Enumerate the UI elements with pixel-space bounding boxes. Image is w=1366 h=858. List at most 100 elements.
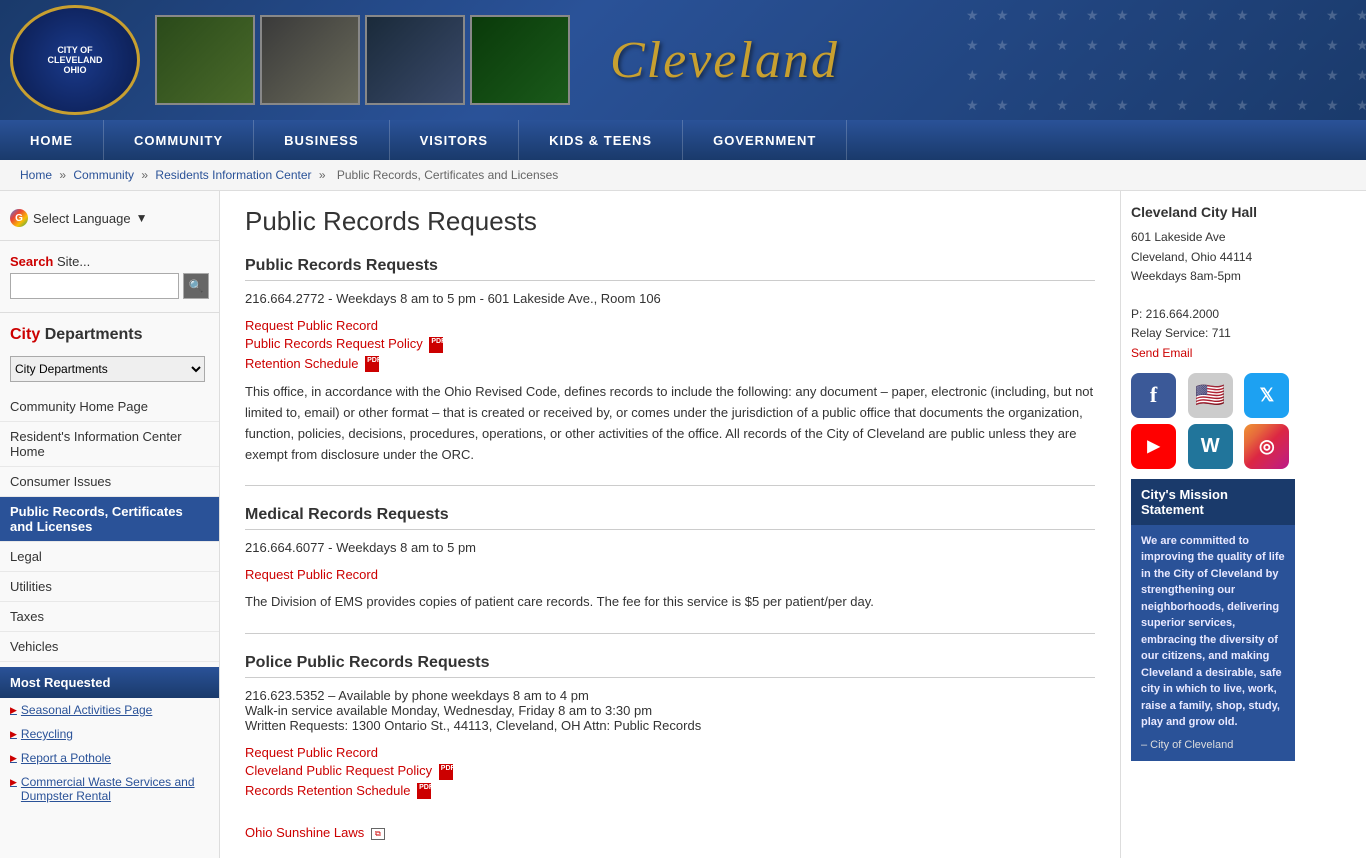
cleveland-public-request-policy-link[interactable]: Cleveland Public Request Policy PDF bbox=[245, 763, 1095, 780]
city-hall-name: Cleveland City Hall bbox=[1131, 201, 1295, 223]
most-requested-waste[interactable]: Commercial Waste Services and Dumpster R… bbox=[0, 770, 219, 808]
public-records-title: Public Records Requests bbox=[245, 257, 1095, 281]
city-hall-info: Cleveland City Hall 601 Lakeside Ave Cle… bbox=[1131, 201, 1295, 363]
google-icon: G bbox=[10, 209, 28, 227]
left-sidebar: G Select Language ▼ Search Site... 🔍 Cit… bbox=[0, 191, 220, 858]
breadcrumb-sep3: » bbox=[319, 168, 329, 182]
sidebar-divider-2 bbox=[0, 312, 219, 313]
most-requested-seasonal[interactable]: Seasonal Activities Page bbox=[0, 698, 219, 722]
pdf-icon-4: PDF bbox=[417, 783, 431, 799]
nav-community[interactable]: COMMUNITY bbox=[104, 120, 254, 160]
instagram-icon[interactable]: ◎ bbox=[1244, 424, 1289, 469]
logo-text: CITY OF CLEVELAND OHIO bbox=[47, 45, 102, 75]
nav-kids-teens[interactable]: KIDS & TEENS bbox=[519, 120, 683, 160]
city-label-red: City bbox=[10, 326, 40, 343]
stars-background bbox=[966, 0, 1366, 120]
pdf-icon-1: PDF bbox=[429, 337, 443, 353]
wordpress-icon[interactable]: W bbox=[1188, 424, 1233, 469]
divider-1 bbox=[245, 485, 1095, 486]
section-police-records: Police Public Records Requests 216.623.5… bbox=[245, 654, 1095, 840]
ext-icon: ⧉ bbox=[371, 828, 385, 840]
sidebar-item-vehicles[interactable]: Vehicles bbox=[0, 632, 219, 662]
divider-2 bbox=[245, 633, 1095, 634]
main-content: Public Records Requests Public Records R… bbox=[220, 191, 1120, 858]
sidebar-item-legal[interactable]: Legal bbox=[0, 542, 219, 572]
sidebar-item-consumer-issues[interactable]: Consumer Issues bbox=[0, 467, 219, 497]
main-nav: HOME COMMUNITY BUSINESS VISITORS KIDS & … bbox=[0, 120, 1366, 160]
search-button[interactable]: 🔍 bbox=[183, 273, 209, 299]
breadcrumb-community[interactable]: Community bbox=[73, 168, 134, 182]
facebook-icon[interactable]: f bbox=[1131, 373, 1176, 418]
nav-government[interactable]: GOVERNMENT bbox=[683, 120, 847, 160]
bird-sculpture-photo bbox=[260, 15, 360, 105]
select-language-label[interactable]: Select Language bbox=[33, 211, 131, 226]
city-hall-address2: Cleveland, Ohio 44114 bbox=[1131, 248, 1295, 267]
city-departments-title: City Departments bbox=[0, 318, 219, 352]
search-strong: Search bbox=[10, 254, 53, 269]
sidebar-divider-1 bbox=[0, 240, 219, 241]
most-requested-recycling[interactable]: Recycling bbox=[0, 722, 219, 746]
twitter-icon[interactable]: 𝕏 bbox=[1244, 373, 1289, 418]
request-public-record-link-2[interactable]: Request Public Record bbox=[245, 567, 1095, 582]
search-site-label: Site... bbox=[57, 254, 90, 269]
police-records-contact: 216.623.5352 – Available by phone weekda… bbox=[245, 688, 1095, 733]
most-requested-pothole[interactable]: Report a Pothole bbox=[0, 746, 219, 770]
medical-records-contact: 216.664.6077 - Weekdays 8 am to 5 pm bbox=[245, 540, 1095, 555]
city-hall-email-link[interactable]: Send Email bbox=[1131, 346, 1192, 360]
most-requested-header: Most Requested bbox=[0, 667, 219, 698]
nature-photo bbox=[470, 15, 570, 105]
request-public-record-link-3[interactable]: Request Public Record bbox=[245, 745, 1095, 760]
language-selector[interactable]: G Select Language ▼ bbox=[0, 201, 219, 235]
search-label: Search Site... bbox=[0, 246, 219, 273]
breadcrumb-sep1: » bbox=[59, 168, 69, 182]
mission-text: We are committed to improving the qualit… bbox=[1141, 533, 1285, 731]
departments-label: Departments bbox=[45, 326, 143, 343]
city-departments-dropdown[interactable]: City Departments bbox=[10, 356, 205, 382]
public-records-policy-link[interactable]: Public Records Request Policy PDF bbox=[245, 336, 1095, 353]
breadcrumb: Home » Community » Residents Information… bbox=[0, 160, 1366, 191]
mission-signature: – City of Cleveland bbox=[1141, 739, 1285, 751]
sidebar-item-public-records[interactable]: Public Records, Certificates and License… bbox=[0, 497, 219, 542]
medical-records-title: Medical Records Requests bbox=[245, 506, 1095, 530]
breadcrumb-sep2: » bbox=[141, 168, 151, 182]
request-public-record-link-1[interactable]: Request Public Record bbox=[245, 318, 1095, 333]
right-sidebar: Cleveland City Hall 601 Lakeside Ave Cle… bbox=[1120, 191, 1305, 858]
city-title: Cleveland bbox=[610, 31, 839, 90]
section-medical-records: Medical Records Requests 216.664.6077 - … bbox=[245, 506, 1095, 613]
section-public-records: Public Records Requests 216.664.2772 - W… bbox=[245, 257, 1095, 465]
mission-statement-box: City's Mission Statement We are committe… bbox=[1131, 479, 1295, 761]
police-records-title: Police Public Records Requests bbox=[245, 654, 1095, 678]
breadcrumb-residents[interactable]: Residents Information Center bbox=[155, 168, 311, 182]
header: CITY OF CLEVELAND OHIO Cleveland bbox=[0, 0, 1366, 120]
pdf-icon-3: PDF bbox=[439, 764, 453, 780]
retention-schedule-link[interactable]: Retention Schedule PDF bbox=[245, 356, 1095, 373]
search-row: 🔍 bbox=[0, 273, 219, 307]
sidebar-item-residents-home[interactable]: Resident's Information Center Home bbox=[0, 422, 219, 467]
nav-business[interactable]: BUSINESS bbox=[254, 120, 389, 160]
youtube-icon[interactable]: ▶ bbox=[1131, 424, 1176, 469]
social-icons-grid: f 🇺🇸 𝕏 ▶ W ◎ bbox=[1131, 373, 1295, 469]
lang-dropdown-arrow[interactable]: ▼ bbox=[136, 211, 148, 225]
public-records-contact: 216.664.2772 - Weekdays 8 am to 5 pm - 6… bbox=[245, 291, 1095, 306]
public-records-body: This office, in accordance with the Ohio… bbox=[245, 382, 1095, 465]
pdf-icon-2: PDF bbox=[365, 356, 379, 372]
sidebar-item-community-home[interactable]: Community Home Page bbox=[0, 392, 219, 422]
header-photos bbox=[155, 15, 570, 105]
search-input[interactable] bbox=[10, 273, 179, 299]
records-retention-schedule-link[interactable]: Records Retention Schedule PDF bbox=[245, 783, 1095, 800]
city-hall-address1: 601 Lakeside Ave bbox=[1131, 228, 1295, 247]
rock-hall-photo bbox=[365, 15, 465, 105]
city-logo: CITY OF CLEVELAND OHIO bbox=[10, 5, 140, 115]
city-hall-relay: Relay Service: 711 bbox=[1131, 324, 1295, 343]
breadcrumb-home[interactable]: Home bbox=[20, 168, 52, 182]
page-title: Public Records Requests bbox=[245, 206, 1095, 237]
city-hall-phone: P: 216.664.2000 bbox=[1131, 305, 1295, 324]
mission-title: City's Mission Statement bbox=[1131, 479, 1295, 525]
us-flag-icon[interactable]: 🇺🇸 bbox=[1188, 373, 1233, 418]
breadcrumb-current: Public Records, Certificates and License… bbox=[337, 168, 558, 182]
nav-home[interactable]: HOME bbox=[0, 120, 104, 160]
sidebar-item-taxes[interactable]: Taxes bbox=[0, 602, 219, 632]
ohio-sunshine-laws-link[interactable]: Ohio Sunshine Laws ⧉ bbox=[245, 825, 1095, 840]
nav-visitors[interactable]: VISITORS bbox=[390, 120, 519, 160]
sidebar-item-utilities[interactable]: Utilities bbox=[0, 572, 219, 602]
